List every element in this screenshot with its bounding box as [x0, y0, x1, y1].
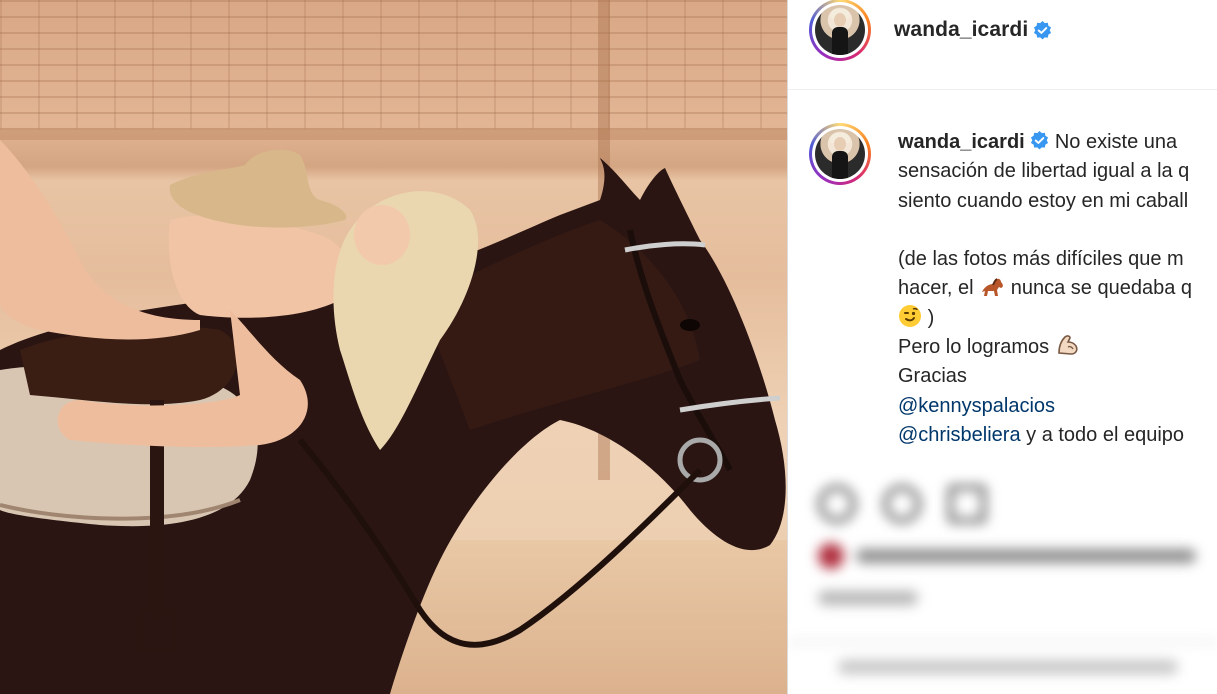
caption-line-1: wanda_icardi No existe una	[898, 128, 1217, 157]
caption-avatar-image	[815, 129, 865, 179]
comment-input[interactable]	[838, 660, 1178, 674]
caption-line-9: @kennyspalacios	[898, 392, 1217, 421]
divider	[788, 641, 1217, 643]
liker-avatar	[818, 543, 844, 569]
caption-avatar[interactable]	[809, 123, 871, 185]
caption-username[interactable]: wanda_icardi	[898, 131, 1025, 153]
caption-line-10: @chrisbeliera y a todo el equipo	[898, 421, 1217, 450]
caption-line-2: sensación de libertad igual a la q	[898, 160, 1190, 183]
caption-text: hacer, el	[898, 277, 974, 300]
caption-line-3: siento cuando estoy en mi caball	[898, 189, 1189, 212]
horse-emoji	[982, 278, 1004, 297]
caption-line-5: hacer, el nunca se quedaba q	[898, 274, 1217, 303]
avatar-body	[832, 27, 848, 55]
post-header: wanda_icardi	[788, 0, 1217, 90]
verified-badge-icon	[1033, 21, 1052, 40]
post-photo[interactable]	[0, 0, 787, 694]
caption-avatar-body	[832, 151, 848, 179]
blurred-content	[788, 455, 1217, 694]
avatar[interactable]	[809, 0, 871, 61]
woman-face	[354, 205, 410, 265]
caption-line-6: )	[898, 304, 1217, 333]
caption-text: )	[927, 306, 935, 329]
flexed-biceps-emoji	[1057, 335, 1078, 355]
caption-line-8: Gracias	[898, 365, 967, 388]
share-icon[interactable]	[948, 485, 986, 523]
blurred-actions-area	[788, 455, 1217, 694]
avatar-face	[834, 13, 846, 27]
caption-text: No existe una	[1054, 131, 1178, 153]
post-panel: wanda_icardi wanda_icardi No existe una …	[787, 0, 1217, 694]
woman-torso	[168, 215, 351, 318]
likes-line	[856, 549, 1196, 563]
avatar-image	[815, 5, 865, 55]
mention-link[interactable]: @chrisbeliera	[898, 424, 1021, 446]
photo-illustration	[0, 140, 786, 694]
caption-text: nunca se quedaba q	[1010, 277, 1193, 300]
caption-text: y a todo el equipo	[1026, 423, 1185, 446]
avatar-ring-gap	[812, 2, 868, 58]
comment-icon[interactable]	[883, 485, 921, 523]
caption-line-7: Pero lo logramos	[898, 333, 1217, 362]
header-username[interactable]: wanda_icardi	[894, 18, 1028, 42]
heart-icon[interactable]	[818, 485, 856, 523]
caption-text: Pero lo logramos	[898, 336, 1050, 359]
winking-face-emoji	[899, 304, 921, 327]
timestamp-line	[818, 591, 918, 605]
caption-avatar-face	[834, 137, 846, 151]
mention-link[interactable]: @kennyspalacios	[898, 395, 1055, 417]
post-caption: wanda_icardi No existe una sensación de …	[898, 128, 1217, 450]
caption-avatar-ring-gap	[812, 126, 868, 182]
caption-line-4: (de las fotos más difíciles que m	[898, 248, 1184, 271]
verified-badge-icon	[1031, 131, 1049, 150]
horse-eye	[680, 319, 700, 331]
